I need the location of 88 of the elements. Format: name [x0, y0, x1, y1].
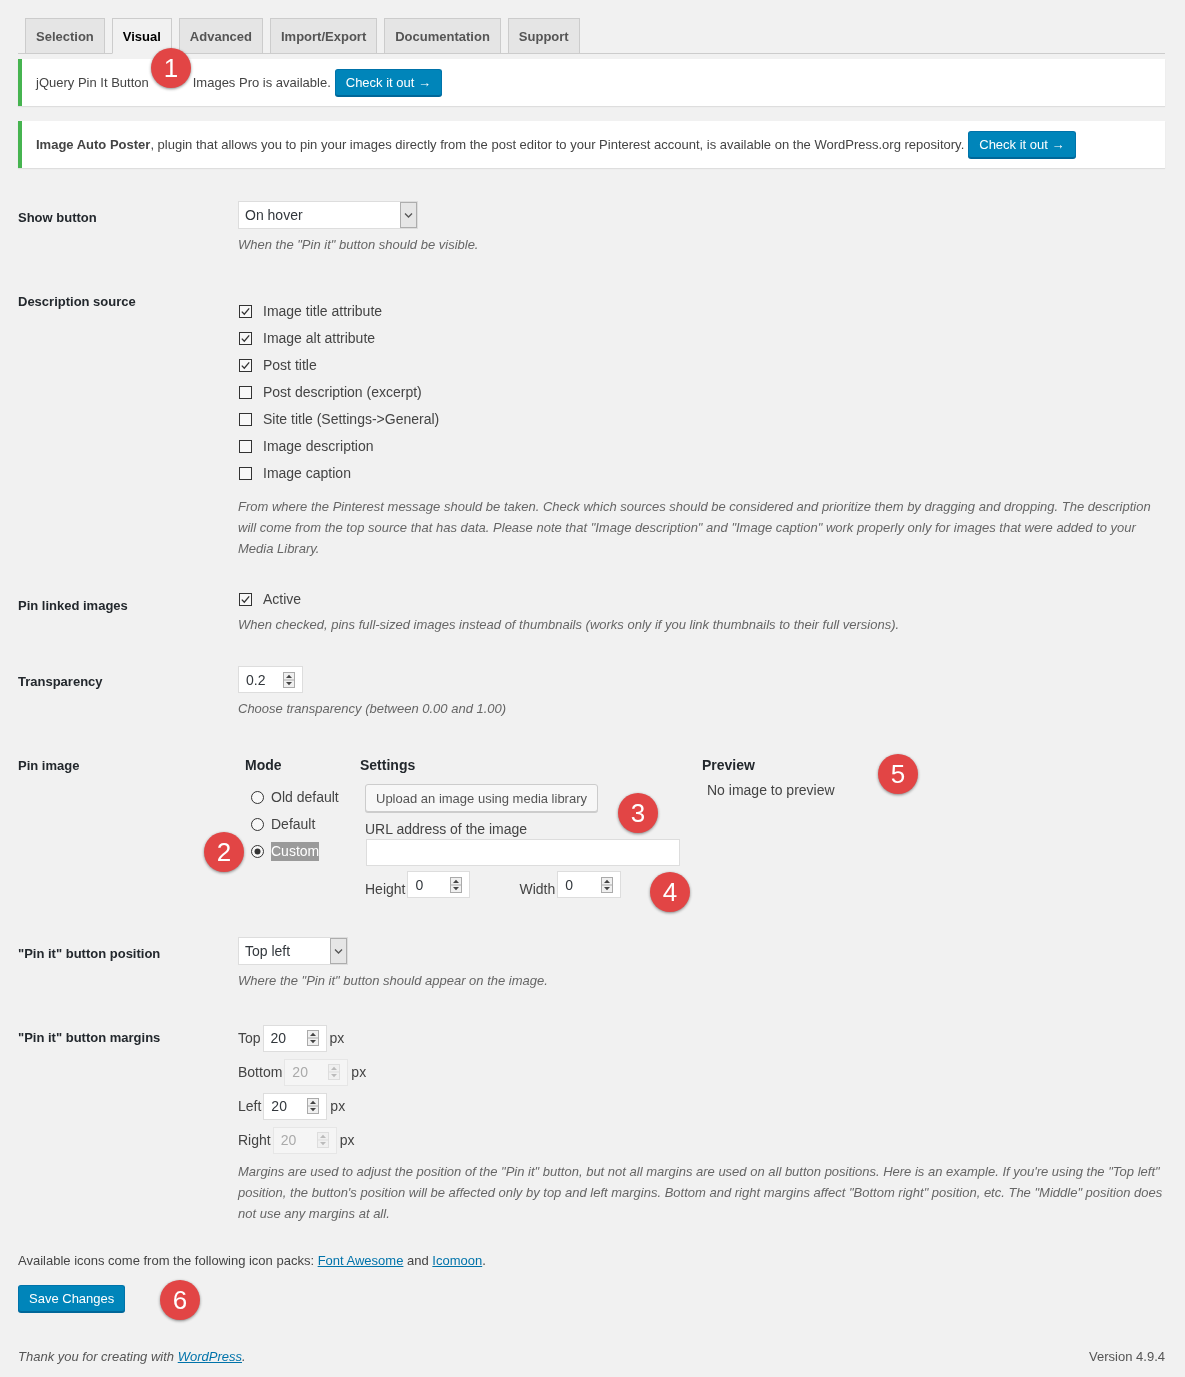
checkbox[interactable]: [239, 440, 252, 453]
footer-credit: Thank you for creating with WordPress.: [18, 1348, 246, 1366]
callout-badge: 6: [160, 1280, 200, 1320]
setting-label: "Pin it" button position: [18, 945, 161, 963]
tab[interactable]: Support: [507, 18, 580, 54]
option-label: Active: [263, 590, 302, 609]
spinner-arrows-icon[interactable]: [450, 876, 463, 893]
field-label: Width: [519, 880, 556, 898]
setting-label: "Pin it" button margins: [18, 1029, 161, 1047]
field-description: From where the Pinterest message should be taken. Check which sources should be considered and prioritize them by dragging and dropping. The description will come from the top source that has data. Please note that "Image description" and "Image caption" work properly only for images that were added to your Media Library.: [238, 498, 1152, 558]
link[interactable]: Font Awesome: [317, 1253, 404, 1268]
check-it-out-button[interactable]: Check it out →: [968, 131, 1076, 158]
checkbox[interactable]: [239, 305, 252, 318]
checkbox[interactable]: [239, 386, 252, 399]
checkbox[interactable]: [239, 593, 252, 606]
callout-badge: 2: [204, 832, 244, 872]
field-label: Top: [238, 1029, 261, 1047]
tab[interactable]: Documentation: [384, 18, 501, 54]
notice-text: Image Auto Poster, plugin that allows you to pin your images directly from the post editor to your Pinterest account, is available on the WordPress.org repository.: [36, 137, 965, 152]
notice-text: Images Pro is available.: [192, 75, 331, 90]
column-heading: Preview: [702, 756, 755, 775]
setting-label: Pin image: [18, 757, 80, 775]
number-field[interactable]: 0.2: [238, 666, 303, 693]
option-label: Image alt attribute: [263, 329, 376, 348]
field-description: Where the "Pin it" button should appear on the image.: [238, 972, 548, 990]
notice-text: jQuery Pin It Button: [36, 75, 149, 90]
callout-badge: 3: [618, 793, 658, 833]
chevron-down-icon[interactable]: [330, 938, 347, 964]
option-label: Default: [271, 815, 316, 834]
setting-label: Transparency: [18, 673, 103, 691]
spinner-arrows-icon[interactable]: [307, 1098, 320, 1114]
field-label: Right: [238, 1131, 271, 1149]
radio-button[interactable]: [251, 845, 264, 858]
unit-label: px: [339, 1132, 355, 1148]
checkbox[interactable]: [239, 332, 252, 345]
radio-button[interactable]: [251, 818, 264, 831]
option-label: Site title (Settings->General): [263, 410, 440, 429]
option-label: Image title attribute: [263, 302, 383, 321]
upload-button[interactable]: Upload an image using media library: [365, 784, 598, 812]
setting-label: Description source: [18, 293, 136, 311]
preview-message: No image to preview: [707, 781, 835, 800]
setting-label: Pin linked images: [18, 597, 128, 615]
option-label: Post title: [263, 356, 317, 375]
checkbox[interactable]: [239, 359, 252, 372]
tab[interactable]: Advanced: [178, 18, 263, 54]
setting-label: Show button: [18, 209, 97, 227]
tab[interactable]: Import/Export: [270, 18, 378, 54]
column-heading: Mode: [245, 756, 282, 775]
spinner-arrows-icon[interactable]: [306, 1030, 319, 1046]
unit-label: px: [351, 1064, 367, 1080]
unit-label: px: [329, 1030, 345, 1046]
spinner-arrows-icon[interactable]: [601, 876, 614, 893]
number-field[interactable]: 20: [262, 1024, 327, 1052]
option-label: Image caption: [263, 464, 351, 483]
check-it-out-button[interactable]: Check it out →: [334, 69, 442, 96]
unit-label: px: [330, 1098, 346, 1114]
radio-button[interactable]: [251, 791, 264, 804]
icon-packs-note: Available icons come from the following icon packs: Font Awesome and Icomoon.: [18, 1252, 487, 1270]
link[interactable]: WordPress: [177, 1349, 242, 1364]
tab[interactable]: Selection: [25, 18, 105, 54]
save-changes-button[interactable]: Save Changes: [18, 1285, 126, 1312]
callout-badge: 5: [878, 754, 918, 794]
tab[interactable]: Visual: [111, 18, 172, 54]
field-description: When the "Pin it" button should be visible.: [238, 236, 479, 254]
option-label: Post description (excerpt): [263, 383, 422, 402]
field-label: URL address of the image: [365, 820, 528, 838]
field-description: Margins are used to adjust the position of the "Pin it" button, but not all margins are used on all button positions. Here is an example. If you're using the "Top left" position, the button's position will be affected only by top and left margins. Bottom and right margins affect "Bottom right" position, etc. The "Middle" position does not use any margins at all.: [238, 1163, 1164, 1223]
chevron-down-icon[interactable]: [400, 202, 417, 228]
number-field[interactable]: 20: [263, 1092, 328, 1120]
option-label: Old default: [271, 788, 339, 807]
callout-badge: 4: [650, 872, 690, 912]
field-label: Bottom: [238, 1063, 283, 1081]
url-input-field[interactable]: [366, 839, 680, 866]
option-label: Image description: [263, 437, 374, 456]
checkbox[interactable]: [239, 413, 252, 426]
option-label: Custom: [271, 842, 320, 861]
number-field[interactable]: 0: [557, 871, 622, 898]
field-label: Left: [238, 1097, 262, 1115]
dropdown[interactable]: On hover: [238, 201, 418, 229]
number-field[interactable]: 0: [407, 871, 471, 898]
dropdown[interactable]: Top left: [238, 937, 348, 965]
field-description: When checked, pins full-sized images instead of thumbnails (works only if you link thumbnails to their full versions).: [238, 616, 900, 634]
checkbox[interactable]: [239, 467, 252, 480]
column-heading: Settings: [360, 756, 416, 775]
field-description: Choose transparency (between 0.00 and 1.00): [238, 700, 507, 718]
field-label: Height: [365, 880, 406, 898]
spinner-arrows-icon[interactable]: [283, 671, 295, 688]
version-text: Version 4.9.4: [1089, 1348, 1165, 1366]
